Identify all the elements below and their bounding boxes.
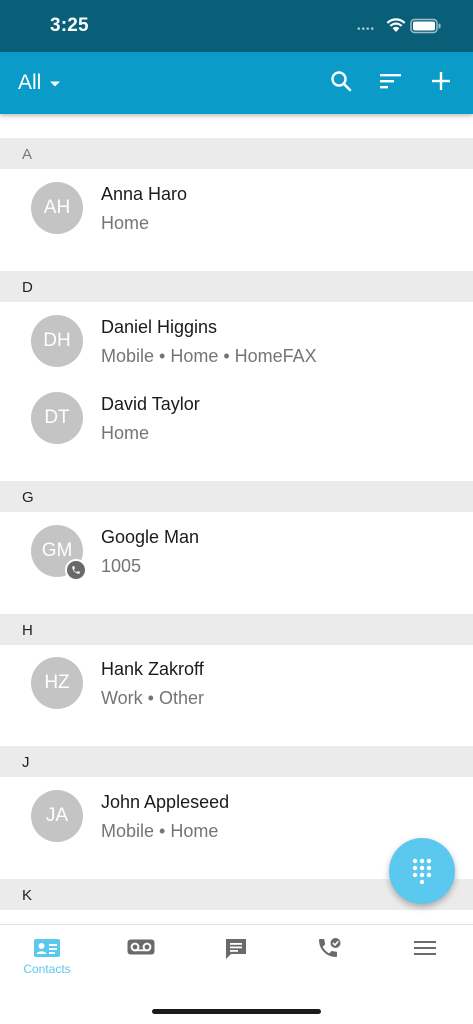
wifi-icon — [386, 17, 406, 38]
dialpad-icon — [412, 858, 432, 884]
add-contact-button[interactable] — [427, 69, 455, 97]
battery-icon — [410, 18, 442, 39]
contact-name: Anna Haro — [101, 184, 188, 204]
section-letter: J — [22, 754, 30, 771]
contact-detail: Work • Other — [101, 688, 204, 708]
section-header-j: J — [0, 746, 473, 777]
contact-row-daniel-higgins[interactable]: DH Daniel Higgins Mobile • Home • HomeFA… — [0, 315, 473, 392]
contacts-icon — [33, 937, 61, 959]
avatar: DH — [31, 315, 83, 367]
contact-detail: Mobile • Home — [101, 821, 219, 841]
add-icon — [431, 71, 451, 96]
section-letter: A — [22, 146, 33, 163]
phone-badge — [65, 559, 87, 581]
search-icon — [330, 70, 352, 97]
section-letter: D — [22, 279, 33, 296]
contact-row-google-man[interactable]: GM Google Man 1005 — [0, 525, 473, 602]
contact-name: Daniel Higgins — [101, 317, 218, 337]
contact-name: Google Man — [101, 527, 200, 547]
contact-detail: Mobile • Home • HomeFAX — [101, 346, 317, 366]
section-letter: K — [22, 887, 33, 904]
tab-contacts[interactable]: Contacts — [0, 925, 94, 983]
filter-dropdown[interactable]: All — [18, 52, 61, 114]
contact-row-david-taylor[interactable]: DT David Taylor Home — [0, 392, 473, 469]
dialpad-button[interactable] — [389, 838, 455, 904]
voicemail-icon — [127, 939, 155, 955]
avatar: JA — [31, 790, 83, 842]
section-letter: G — [22, 489, 34, 506]
sort-icon — [379, 72, 403, 95]
section-header-d: D — [0, 271, 473, 302]
avatar: AH — [31, 182, 83, 234]
status-bar: 3:25 •••• — [0, 0, 473, 52]
tab-voicemail[interactable] — [94, 925, 188, 983]
search-button[interactable] — [327, 69, 355, 97]
section-header-g: G — [0, 481, 473, 512]
contact-detail: 1005 — [101, 556, 142, 576]
tab-menu[interactable] — [378, 925, 472, 983]
contact-row-hank-zakroff[interactable]: HZ Hank Zakroff Work • Other — [0, 657, 473, 734]
tab-contacts-label: Contacts — [23, 962, 71, 976]
tab-messages[interactable] — [189, 925, 283, 983]
avatar: DT — [31, 392, 83, 444]
home-indicator — [152, 1009, 321, 1014]
signal-icon: •••• — [357, 24, 376, 35]
phone-icon — [71, 565, 81, 575]
contact-detail: Home — [101, 423, 150, 443]
contact-name: David Taylor — [101, 394, 200, 414]
chevron-down-icon — [49, 75, 61, 93]
contact-detail: Home — [101, 213, 150, 233]
section-header-a: A — [0, 138, 473, 169]
contact-name: John Appleseed — [101, 792, 230, 812]
contact-list[interactable]: A AH Anna Haro Home D DH Daniel Higgins … — [0, 114, 473, 924]
avatar: HZ — [31, 657, 83, 709]
app-bar: All — [0, 52, 473, 114]
section-header-h: H — [0, 614, 473, 645]
chat-icon — [224, 937, 248, 961]
section-letter: H — [22, 622, 33, 639]
call-history-icon — [317, 937, 343, 963]
tab-call-history[interactable] — [283, 925, 377, 983]
sort-button[interactable] — [377, 69, 405, 97]
contact-name: Hank Zakroff — [101, 659, 204, 679]
contact-row-anna-haro[interactable]: AH Anna Haro Home — [0, 182, 473, 259]
filter-label: All — [18, 71, 42, 94]
menu-icon — [414, 940, 436, 956]
status-time: 3:25 — [50, 15, 89, 36]
